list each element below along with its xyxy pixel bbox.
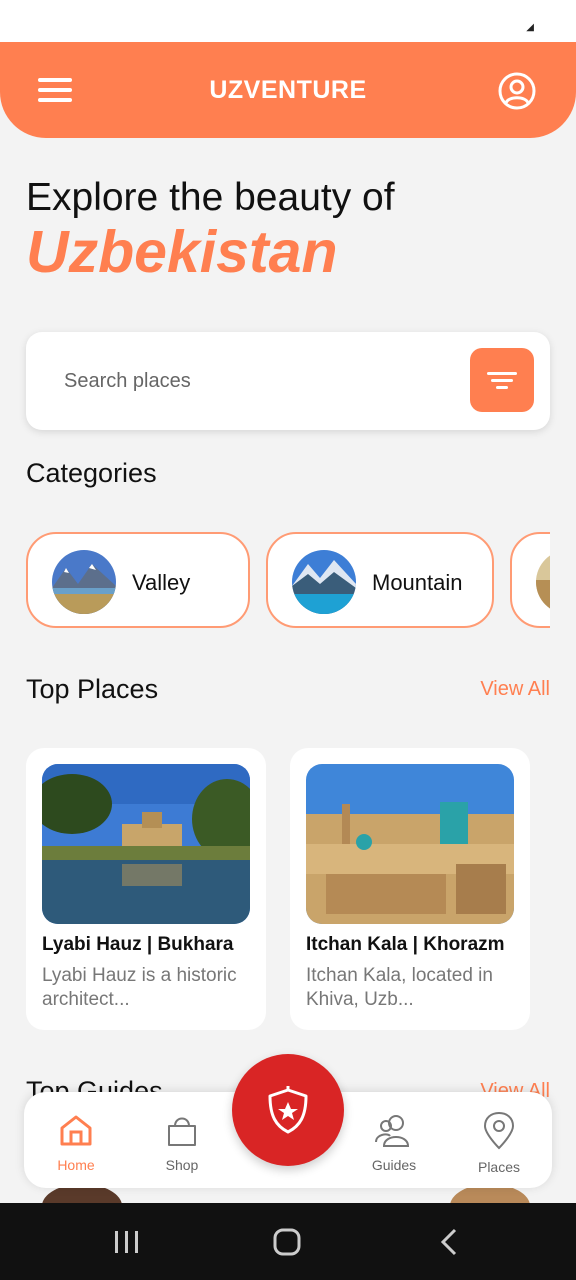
location-pin-icon xyxy=(483,1111,515,1150)
lyabi-hauz-image xyxy=(42,764,250,924)
nav-label: Places xyxy=(477,1159,521,1175)
itchan-kala-image xyxy=(306,764,514,924)
profile-icon[interactable] xyxy=(498,72,536,110)
valley-image xyxy=(52,550,116,614)
place-card-itchan-kala[interactable]: Itchan Kala | Khorazm Itchan Kala, locat… xyxy=(290,748,530,1030)
categories-title: Categories xyxy=(26,458,157,488)
nav-shop[interactable]: Shop xyxy=(142,1112,222,1173)
place-name: Itchan Kala | Khorazm xyxy=(306,934,505,955)
signal-icon: ◢ xyxy=(526,22,534,33)
app-title: UZVENTURE xyxy=(209,76,367,104)
system-nav-bar xyxy=(0,1203,576,1280)
filter-icon xyxy=(487,372,517,375)
home-icon xyxy=(60,1115,92,1146)
shopping-bag-icon xyxy=(168,1117,196,1146)
hero-line-1: Explore the beauty of xyxy=(26,176,395,219)
mountain-image xyxy=(292,550,356,614)
place-description: Itchan Kala, located in Khiva, Uzb... xyxy=(306,965,493,1010)
recent-apps-icon[interactable] xyxy=(115,1231,138,1253)
categories-list: Valley Mountain xyxy=(26,532,550,628)
search-box[interactable]: Search places xyxy=(26,332,550,430)
nav-guides[interactable]: Guides xyxy=(354,1112,434,1173)
top-places-view-all[interactable]: View All xyxy=(480,678,550,701)
nav-places[interactable]: Places xyxy=(459,1111,539,1175)
place-card-lyabi-hauz[interactable]: Lyabi Hauz | Bukhara Lyabi Hauz is a his… xyxy=(26,748,266,1030)
filter-button[interactable] xyxy=(470,348,534,412)
app-header: UZVENTURE xyxy=(0,42,576,138)
nav-label: Home xyxy=(57,1157,95,1173)
back-icon[interactable] xyxy=(440,1228,457,1256)
hero-heading: Explore the beauty of Uzbekistan xyxy=(26,176,395,284)
center-action-button[interactable] xyxy=(232,1054,344,1166)
nav-home[interactable]: Home xyxy=(36,1112,116,1173)
place-description: Lyabi Hauz is a historic architect... xyxy=(42,965,237,1010)
category-more[interactable] xyxy=(510,532,550,628)
nav-label: Guides xyxy=(371,1157,417,1173)
category-image xyxy=(536,550,550,614)
home-system-icon[interactable] xyxy=(273,1228,301,1256)
category-valley[interactable]: Valley xyxy=(26,532,250,628)
category-mountain[interactable]: Mountain xyxy=(266,532,494,628)
nav-label: Shop xyxy=(165,1157,199,1173)
search-input[interactable]: Search places xyxy=(64,370,191,393)
category-label: Valley xyxy=(132,570,191,595)
top-places-title: Top Places xyxy=(26,674,159,704)
status-bar: ◢ xyxy=(0,0,576,42)
hero-line-2: Uzbekistan xyxy=(26,219,338,285)
guides-icon xyxy=(375,1115,410,1147)
category-label: Mountain xyxy=(372,570,463,595)
police-badge-icon xyxy=(268,1086,308,1134)
place-name: Lyabi Hauz | Bukhara xyxy=(42,934,234,955)
